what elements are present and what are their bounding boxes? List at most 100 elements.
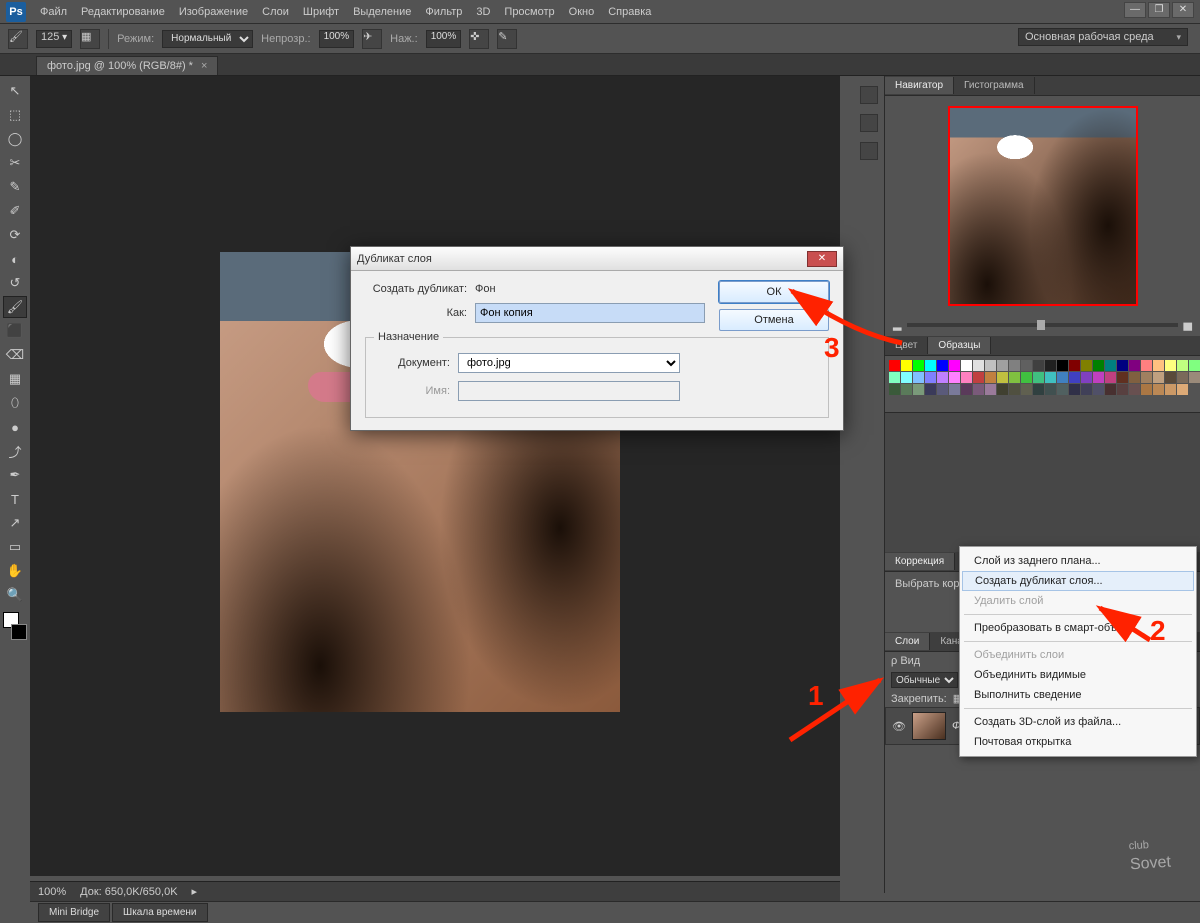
swatch[interactable]: [973, 372, 984, 383]
swatch[interactable]: [1153, 384, 1164, 395]
tool-4[interactable]: ✎: [3, 176, 27, 198]
swatch[interactable]: [937, 372, 948, 383]
tool-16[interactable]: ✒: [3, 464, 27, 486]
visibility-toggle-icon[interactable]: 👁: [892, 720, 906, 733]
swatch[interactable]: [1153, 372, 1164, 383]
swatch[interactable]: [1189, 372, 1200, 383]
swatch[interactable]: [1021, 384, 1032, 395]
swatch[interactable]: [1057, 372, 1068, 383]
swatch[interactable]: [1045, 372, 1056, 383]
swatch[interactable]: [925, 384, 936, 395]
tool-10[interactable]: ⬛: [3, 320, 27, 342]
swatch[interactable]: [1105, 384, 1116, 395]
swatch[interactable]: [1177, 360, 1188, 371]
swatch[interactable]: [1033, 384, 1044, 395]
blend-mode-select-layers[interactable]: Обычные: [891, 672, 958, 688]
swatch[interactable]: [949, 360, 960, 371]
context-menu-item[interactable]: Создать дубликат слоя...: [962, 571, 1194, 591]
swatch[interactable]: [973, 384, 984, 395]
swatch[interactable]: [961, 360, 972, 371]
context-menu-item[interactable]: Слой из заднего плана...: [960, 551, 1196, 571]
tab-color[interactable]: Цвет: [885, 337, 928, 354]
swatch[interactable]: [961, 372, 972, 383]
canvas-area[interactable]: [30, 76, 840, 876]
menu-view[interactable]: Просмотр: [504, 6, 554, 18]
menu-edit[interactable]: Редактирование: [81, 6, 165, 18]
context-menu-item[interactable]: Почтовая открытка: [960, 732, 1196, 752]
swatch[interactable]: [1153, 360, 1164, 371]
swatch[interactable]: [1129, 360, 1140, 371]
swatch[interactable]: [1141, 384, 1152, 395]
swatch[interactable]: [1129, 384, 1140, 395]
tool-3[interactable]: ✂: [3, 152, 27, 174]
navigator-thumbnail[interactable]: [948, 106, 1138, 306]
menu-image[interactable]: Изображение: [179, 6, 248, 18]
dialog-close-button[interactable]: ✕: [807, 251, 837, 267]
swatch[interactable]: [1045, 360, 1056, 371]
swatch[interactable]: [1069, 372, 1080, 383]
swatch[interactable]: [1105, 372, 1116, 383]
tab-navigator[interactable]: Навигатор: [885, 77, 954, 94]
tab-layers[interactable]: Слои: [885, 633, 930, 650]
swatch[interactable]: [901, 372, 912, 383]
properties-panel-icon[interactable]: [860, 142, 878, 160]
swatch[interactable]: [997, 372, 1008, 383]
history-panel-icon[interactable]: [860, 86, 878, 104]
context-menu-item[interactable]: Создать 3D-слой из файла...: [960, 712, 1196, 732]
tool-12[interactable]: ▦: [3, 368, 27, 390]
zoom-out-icon[interactable]: ▂: [893, 318, 901, 331]
menu-select[interactable]: Выделение: [353, 6, 411, 18]
tool-6[interactable]: ⟳: [3, 224, 27, 246]
swatch[interactable]: [1141, 360, 1152, 371]
swatch[interactable]: [1165, 384, 1176, 395]
window-maximize-button[interactable]: ❐: [1148, 2, 1170, 18]
dialog-titlebar[interactable]: Дубликат слоя ✕: [351, 247, 843, 271]
swatch[interactable]: [1177, 384, 1188, 395]
close-tab-icon[interactable]: ×: [201, 60, 207, 72]
menu-file[interactable]: Файл: [40, 6, 67, 18]
swatch[interactable]: [1081, 360, 1092, 371]
window-close-button[interactable]: ✕: [1172, 2, 1194, 18]
tool-2[interactable]: ◯: [3, 128, 27, 150]
tool-17[interactable]: T: [3, 488, 27, 510]
swatch[interactable]: [1057, 360, 1068, 371]
swatch[interactable]: [925, 372, 936, 383]
tool-0[interactable]: ↖: [3, 80, 27, 102]
swatch[interactable]: [1081, 384, 1092, 395]
pressure-size-icon[interactable]: ✎: [497, 29, 517, 49]
swatch[interactable]: [1021, 360, 1032, 371]
tool-15[interactable]: ⤴: [3, 440, 27, 462]
tool-8[interactable]: ↺: [3, 272, 27, 294]
tool-1[interactable]: ⬚: [3, 104, 27, 126]
swatch[interactable]: [937, 360, 948, 371]
pressure-opacity-icon[interactable]: ✈: [362, 29, 382, 49]
swatch[interactable]: [1033, 372, 1044, 383]
context-menu-item[interactable]: Выполнить сведение: [960, 685, 1196, 705]
tool-9[interactable]: 🖌: [3, 296, 27, 318]
swatch[interactable]: [997, 360, 1008, 371]
swatch[interactable]: [1141, 372, 1152, 383]
tool-5[interactable]: ✐: [3, 200, 27, 222]
swatch[interactable]: [889, 360, 900, 371]
layer-name-input[interactable]: [475, 303, 705, 323]
swatch[interactable]: [889, 372, 900, 383]
swatch[interactable]: [889, 384, 900, 395]
tab-histogram[interactable]: Гистограмма: [954, 77, 1035, 94]
swatch[interactable]: [1105, 360, 1116, 371]
opacity-field[interactable]: 100%: [319, 30, 355, 48]
document-tab[interactable]: фото.jpg @ 100% (RGB/8#) * ×: [36, 56, 218, 75]
swatch[interactable]: [1165, 360, 1176, 371]
swatch[interactable]: [1117, 360, 1128, 371]
swatch[interactable]: [985, 384, 996, 395]
menu-window[interactable]: Окно: [569, 6, 595, 18]
tool-21[interactable]: 🔍: [3, 584, 27, 606]
tab-swatches[interactable]: Образцы: [928, 337, 991, 354]
blend-mode-select[interactable]: Нормальный: [162, 30, 253, 48]
layer-thumbnail[interactable]: [912, 712, 946, 740]
tool-14[interactable]: ●: [3, 416, 27, 438]
menu-layers[interactable]: Слои: [262, 6, 289, 18]
swatch[interactable]: [1009, 360, 1020, 371]
swatch[interactable]: [1189, 360, 1200, 371]
swatch[interactable]: [1033, 360, 1044, 371]
swatch[interactable]: [913, 384, 924, 395]
